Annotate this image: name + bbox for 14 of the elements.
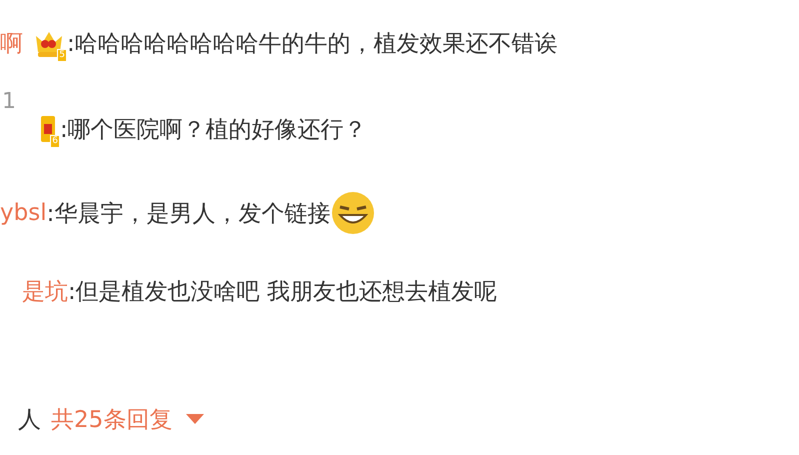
reply-count: 1 (2, 88, 16, 114)
comment-text: :哈哈哈哈哈哈哈哈牛的牛的，植发效果还不错诶 (67, 30, 558, 58)
names-text: 人 (18, 406, 41, 434)
username-link[interactable]: 是坑 (22, 276, 68, 306)
username-link[interactable]: ybsl (0, 200, 47, 226)
comment-text: :华晨宇，是男人，发个链接 (46, 200, 330, 228)
replies-link[interactable]: 共25条回复 (51, 404, 204, 434)
comment-text: :但是植发也没啥吧 我朋友也还想去植发呢 (68, 278, 498, 306)
level-badge: 5 (57, 49, 67, 62)
caret-icon (186, 414, 204, 424)
badge-icon (40, 114, 58, 144)
username-link[interactable]: 啊 (0, 28, 23, 58)
level-badge: 6 (50, 135, 60, 148)
comment-text: :哪个医院啊？植的好像还行？ (60, 116, 367, 144)
